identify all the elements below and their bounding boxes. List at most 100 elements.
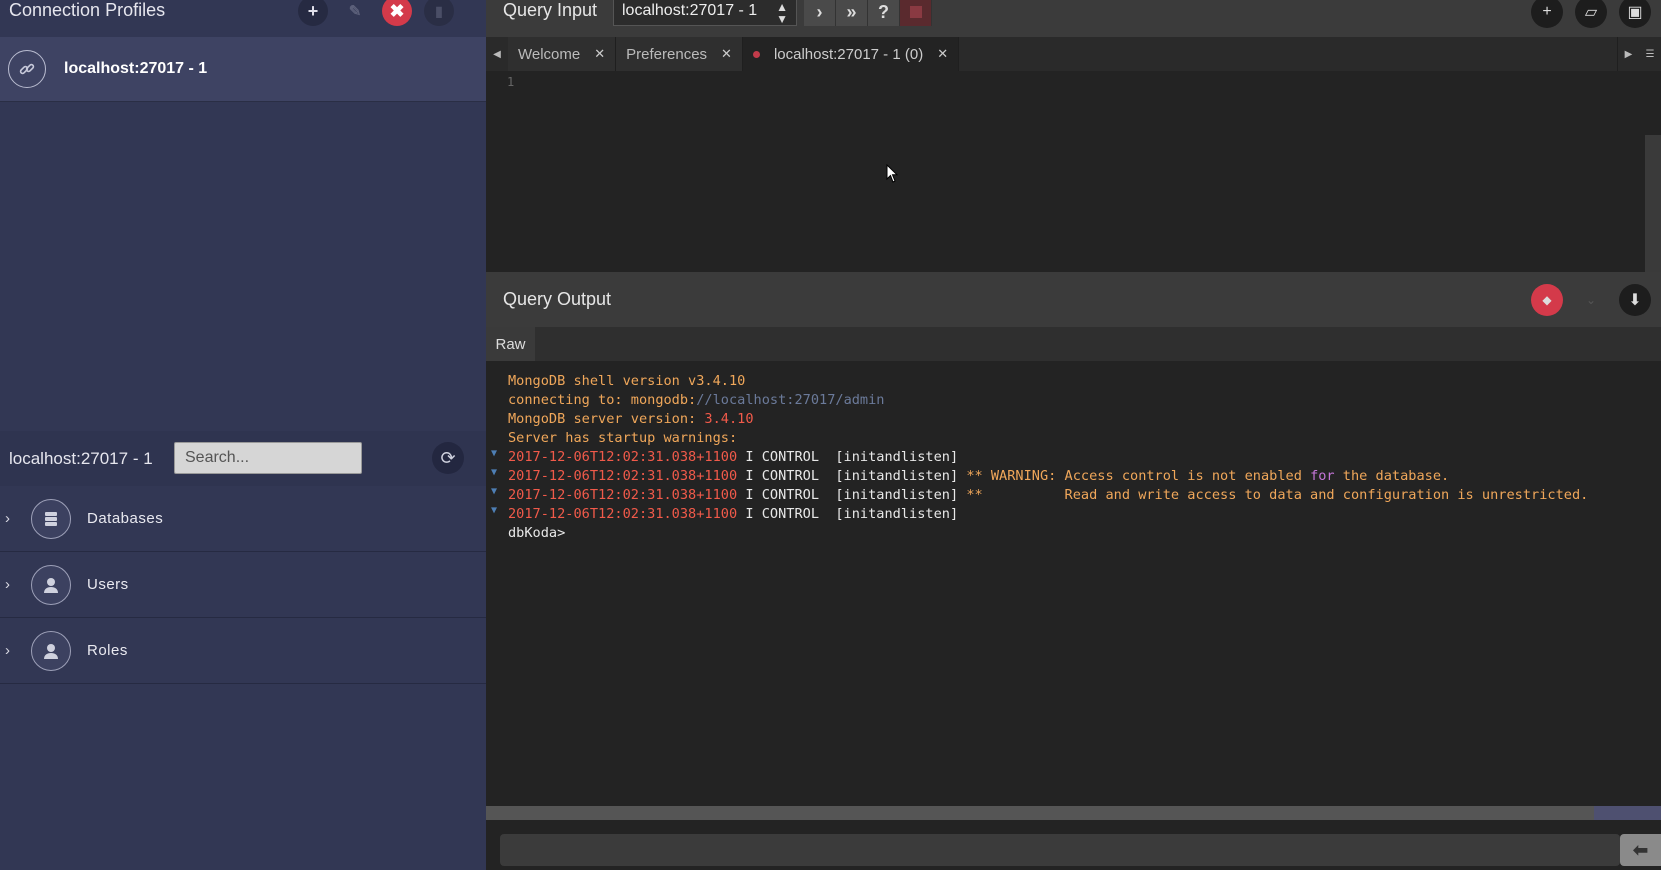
tab-welcome[interactable]: Welcome ✕ bbox=[508, 37, 617, 71]
editor-tabs: ◀ Welcome ✕ Preferences ✕ localhost:2701… bbox=[486, 37, 1661, 71]
close-icon: ✖ bbox=[389, 0, 405, 21]
dbkoda-app: Connection Profiles + ✎ ✖ ▮ localhost:27… bbox=[0, 0, 1661, 870]
close-icon[interactable]: ✕ bbox=[937, 46, 948, 62]
profile-item[interactable]: localhost:27017 - 1 bbox=[0, 37, 486, 102]
select-arrows-icon: ▲ ▼ bbox=[776, 0, 788, 26]
command-bar: ⬅ bbox=[486, 820, 1661, 870]
show-more-button[interactable]: ⌄ bbox=[1575, 284, 1607, 316]
download-output-button[interactable]: ⬇ bbox=[1619, 284, 1651, 316]
tab-menu[interactable]: ☰ bbox=[1639, 37, 1661, 71]
delete-profile-button[interactable]: ▮ bbox=[424, 0, 454, 26]
output-line: MongoDB shell version v3.4.10 bbox=[508, 373, 746, 389]
output-line: 2017-12-06T12:02:31.038+1100 I CONTROL [… bbox=[508, 468, 1450, 484]
help-icon: ? bbox=[878, 1, 889, 22]
save-file-button[interactable]: ▣ bbox=[1619, 0, 1651, 28]
tab-scroll-right[interactable]: ▶ bbox=[1617, 37, 1639, 71]
tree-item-label: Users bbox=[87, 576, 129, 593]
close-connection-button[interactable]: ✖ bbox=[382, 0, 412, 26]
tab-preferences[interactable]: Preferences ✕ bbox=[616, 37, 743, 71]
tree-item-label: Databases bbox=[87, 510, 164, 527]
connection-select[interactable]: localhost:27017 - 1 ▲ ▼ bbox=[613, 0, 797, 26]
tree-item-roles[interactable]: › Roles bbox=[0, 618, 486, 684]
output-tabs: Raw bbox=[486, 327, 1661, 361]
refresh-tree-button[interactable]: ⟳ bbox=[432, 442, 464, 474]
output-line: 2017-12-06T12:02:31.038+1100 I CONTROL [… bbox=[508, 487, 1589, 503]
link-icon bbox=[8, 50, 46, 88]
menu-icon: ☰ bbox=[1645, 48, 1655, 60]
role-icon bbox=[31, 630, 71, 671]
query-output-header: Query Output ◆ ⌄ ⬇ bbox=[486, 272, 1661, 327]
chevron-right-icon[interactable]: › bbox=[5, 642, 19, 659]
save-icon: ▣ bbox=[1627, 4, 1643, 21]
output-line: 2017-12-06T12:02:31.038+1100 I CONTROL [… bbox=[508, 449, 959, 465]
edit-profile-button[interactable]: ✎ bbox=[340, 0, 370, 26]
tree-item-users[interactable]: › Users bbox=[0, 552, 486, 618]
chevron-right-icon[interactable]: › bbox=[5, 576, 19, 593]
fold-caret-icon[interactable]: ▼ bbox=[491, 505, 497, 516]
tree-title: localhost:27017 - 1 bbox=[9, 448, 153, 468]
output-horizontal-scrollbar[interactable] bbox=[486, 806, 1661, 820]
caret-left-icon: ◀ bbox=[493, 48, 501, 60]
caret-right-icon: ▶ bbox=[1624, 48, 1633, 60]
connection-select-value: localhost:27017 - 1 bbox=[622, 2, 758, 19]
add-profile-button[interactable]: + bbox=[298, 0, 328, 26]
chevron-right-icon[interactable]: › bbox=[5, 510, 19, 527]
trash-icon: ▮ bbox=[435, 2, 443, 19]
explain-button[interactable]: ? bbox=[868, 0, 900, 26]
tab-label: Preferences bbox=[626, 45, 708, 63]
send-command-button[interactable]: ⬅ bbox=[1620, 834, 1661, 866]
left-panel: Connection Profiles + ✎ ✖ ▮ localhost:27… bbox=[0, 0, 486, 870]
plus-icon: + bbox=[307, 0, 319, 21]
eraser-icon: ◆ bbox=[1542, 293, 1552, 307]
tree-header: localhost:27017 - 1 ⟳ bbox=[0, 431, 486, 486]
fold-caret-icon[interactable]: ▼ bbox=[491, 448, 497, 459]
arrow-left-icon: ⬅ bbox=[1632, 839, 1649, 860]
database-icon bbox=[31, 498, 71, 539]
pencil-icon: ✎ bbox=[348, 3, 362, 20]
query-input-header: Query Input localhost:27017 - 1 ▲ ▼ › » ?… bbox=[486, 0, 1661, 37]
output-line: Server has startup warnings: bbox=[508, 430, 738, 446]
query-editor[interactable]: 1 bbox=[486, 71, 1661, 272]
tab-label: localhost:27017 - 1 (0) bbox=[773, 45, 924, 63]
user-icon bbox=[31, 564, 71, 605]
tab-localhost[interactable]: localhost:27017 - 1 (0) ✕ bbox=[742, 37, 960, 71]
line-number: 1 bbox=[507, 75, 515, 89]
tab-label: Welcome bbox=[518, 45, 581, 63]
output-line: connecting to: mongodb://localhost:27017… bbox=[508, 392, 885, 408]
new-editor-button[interactable]: + bbox=[1531, 0, 1563, 28]
tab-raw[interactable]: Raw bbox=[486, 327, 535, 361]
double-chevron-right-icon: » bbox=[846, 1, 857, 22]
scrollbar-thumb[interactable] bbox=[486, 806, 1594, 820]
connection-profiles-title: Connection Profiles bbox=[9, 0, 166, 20]
tree-search-input[interactable] bbox=[174, 442, 362, 474]
execute-all-button[interactable]: » bbox=[836, 0, 868, 26]
execute-line-button[interactable]: › bbox=[804, 0, 836, 26]
command-input[interactable] bbox=[500, 834, 1620, 866]
output-line: MongoDB server version: 3.4.10 bbox=[508, 411, 754, 427]
open-file-button[interactable]: ▱ bbox=[1575, 0, 1607, 28]
tree-item-databases[interactable]: › Databases bbox=[0, 486, 486, 552]
query-output-title: Query Output bbox=[503, 289, 612, 309]
connection-profiles-header: Connection Profiles + ✎ ✖ ▮ bbox=[0, 0, 486, 37]
stop-execution-button[interactable] bbox=[900, 0, 932, 26]
profile-label: localhost:27017 - 1 bbox=[64, 60, 208, 77]
output-line: 2017-12-06T12:02:31.038+1100 I CONTROL [… bbox=[508, 506, 959, 522]
unsaved-dot-icon bbox=[752, 50, 760, 58]
stop-icon bbox=[909, 6, 922, 18]
plus-icon: + bbox=[1542, 3, 1552, 20]
tab-scroll-left[interactable]: ◀ bbox=[486, 37, 508, 71]
clear-output-button[interactable]: ◆ bbox=[1531, 284, 1563, 316]
fold-caret-icon[interactable]: ▼ bbox=[491, 486, 497, 497]
editor-side-strip bbox=[1645, 135, 1661, 272]
query-input-title: Query Input bbox=[503, 0, 598, 20]
close-icon[interactable]: ✕ bbox=[594, 46, 605, 62]
close-icon[interactable]: ✕ bbox=[721, 46, 732, 62]
query-output[interactable]: MongoDB shell version v3.4.10 connecting… bbox=[486, 361, 1661, 806]
shell-prompt: dbKoda> bbox=[508, 525, 566, 541]
mouse-cursor-icon bbox=[886, 164, 898, 183]
double-chevron-down-icon: ⌄ bbox=[1585, 293, 1597, 307]
refresh-icon: ⟳ bbox=[440, 447, 456, 468]
right-panel: Query Input localhost:27017 - 1 ▲ ▼ › » ?… bbox=[486, 0, 1661, 870]
fold-caret-icon[interactable]: ▼ bbox=[491, 467, 497, 478]
chevron-right-icon: › bbox=[816, 1, 823, 22]
